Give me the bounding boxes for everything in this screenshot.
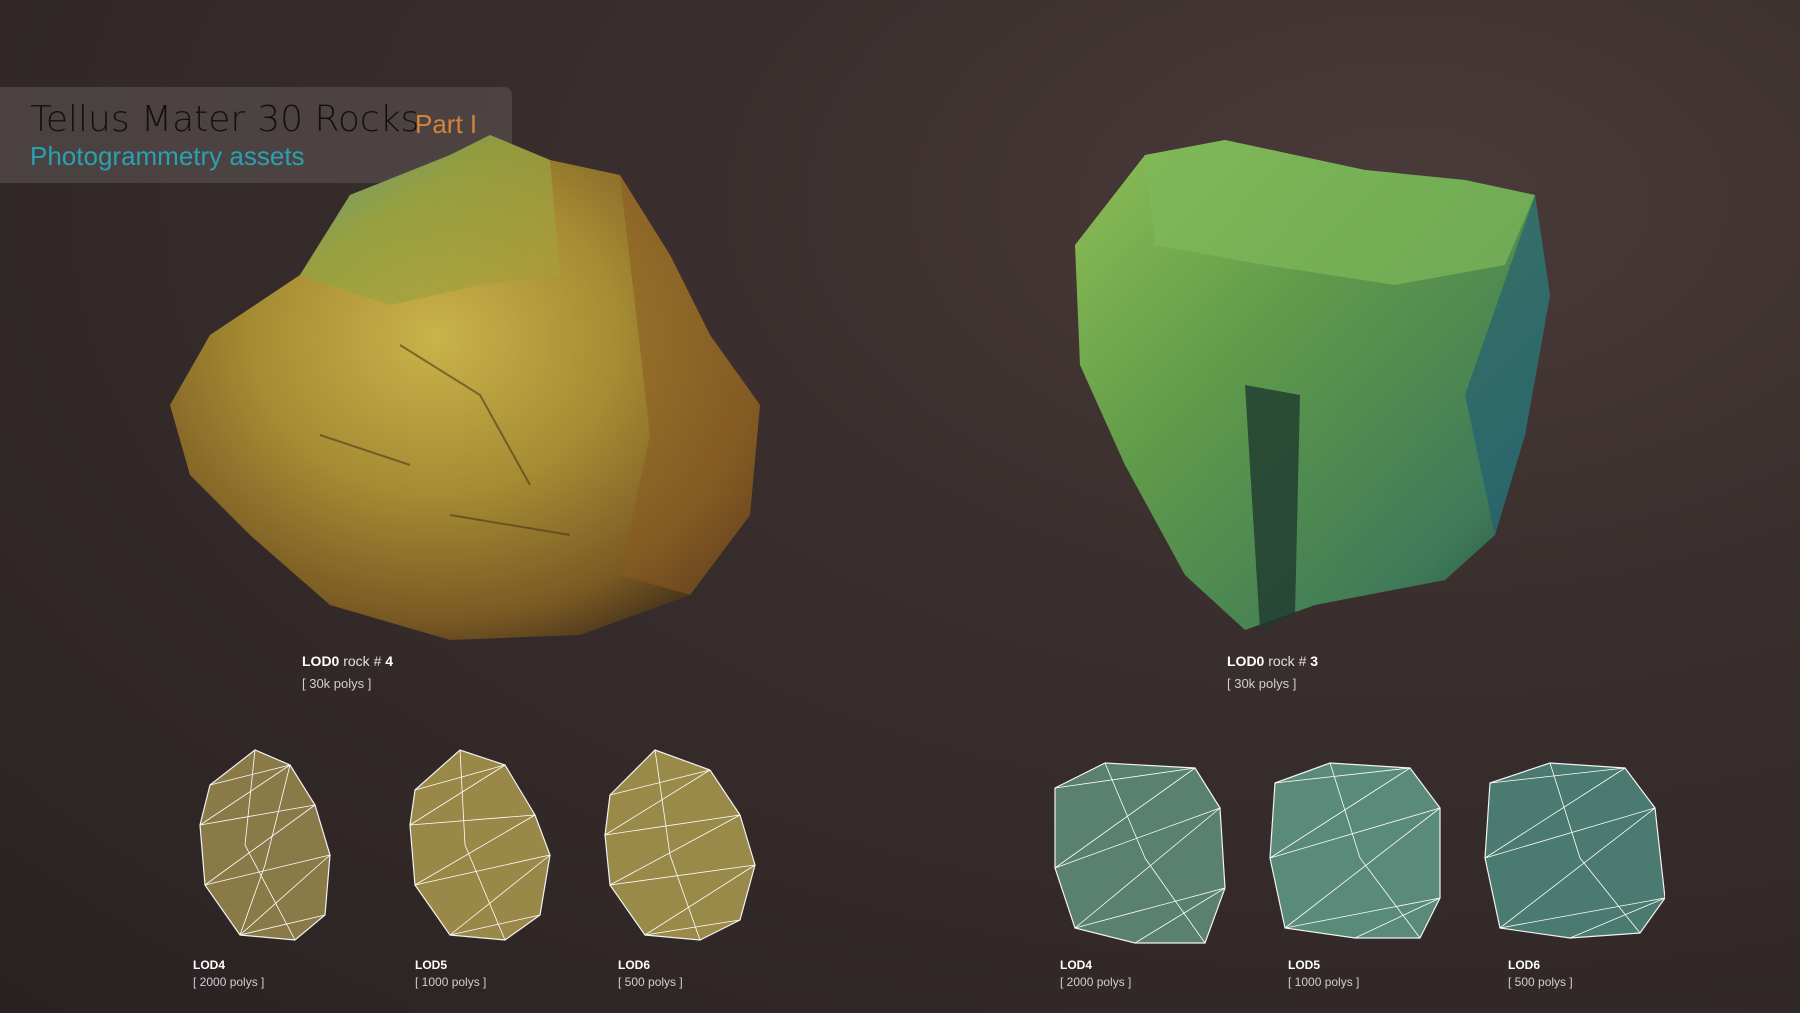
rock-3-lod4-polys: [ 2000 polys ]	[1060, 975, 1132, 989]
rock-3-lod4-label: LOD4	[1060, 958, 1093, 972]
rock-4-lod5-wireframe	[409, 749, 551, 941]
rock-4-lod5-label: LOD5	[415, 958, 448, 972]
rock-3-lod6-wireframe	[1484, 762, 1665, 939]
rock-4-lod0-label: LOD0 rock # 4	[302, 653, 394, 669]
rock-4-lod4-wireframe	[199, 749, 331, 941]
rock-4-lod4-polys: [ 2000 polys ]	[193, 975, 265, 989]
rock-3-lod5-wireframe	[1269, 762, 1441, 939]
rock-4-lod6-polys: [ 500 polys ]	[618, 975, 683, 989]
rock-4-lod4-label: LOD4	[193, 958, 226, 972]
rock-3-lod6-label: LOD6	[1508, 958, 1541, 972]
rock-3-lod5-polys: [ 1000 polys ]	[1288, 975, 1360, 989]
rock-4-lod5-polys: [ 1000 polys ]	[415, 975, 487, 989]
rock-3-lod0-image	[1075, 140, 1550, 630]
page-title: Tellus Mater 30 Rocks	[30, 99, 419, 140]
rock-4-lod6-label: LOD6	[618, 958, 651, 972]
title-text: Tellus Mater	[30, 99, 246, 140]
rock-4-lod0-polys: [ 30k polys ]	[302, 676, 372, 691]
title-big-text: 30 Rocks	[257, 99, 420, 140]
rock-3-lod0-label: LOD0 rock # 3	[1227, 653, 1319, 669]
rock-4-lod6-wireframe	[604, 749, 756, 941]
rock-4-lod0-image	[170, 135, 760, 640]
rock-3-lod5-label: LOD5	[1288, 958, 1321, 972]
rock-3-lod0-polys: [ 30k polys ]	[1227, 676, 1297, 691]
rock-3-lod6-polys: [ 500 polys ]	[1508, 975, 1573, 989]
rock-3-lod4-wireframe	[1054, 762, 1226, 944]
